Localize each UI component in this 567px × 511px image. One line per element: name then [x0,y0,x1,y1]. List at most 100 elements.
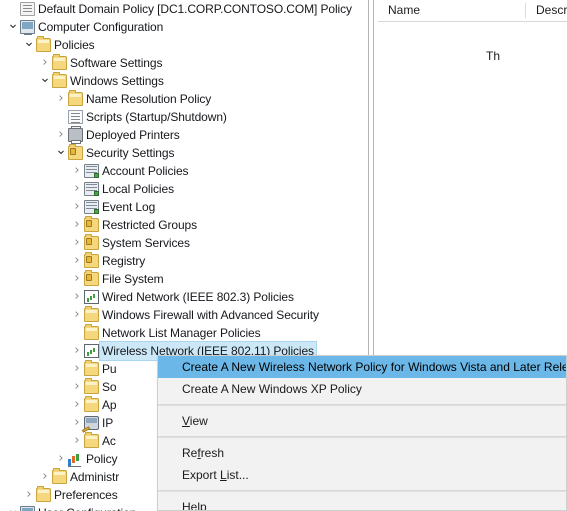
tree-item-label: Windows Settings [70,74,164,88]
bar-chart-icon [68,452,83,467]
tree-item[interactable]: Scripts (Startup/Shutdown) [0,108,366,126]
chevron-down-icon[interactable]: ⌄ [6,503,20,511]
tree-item[interactable]: › Account Policies [0,162,366,180]
chevron-right-icon[interactable]: › [70,306,84,324]
folder-icon [84,306,99,322]
chevron-right-icon[interactable]: › [70,342,84,360]
tree-item-label: Pu [102,362,117,376]
chevron-right-icon[interactable]: › [70,396,84,414]
chevron-right-icon[interactable]: › [70,360,84,378]
tree-item[interactable]: › Restricted Groups [0,216,366,234]
server-icon [84,164,99,178]
context-menu-item-label: Create A New Windows XP Policy [182,382,362,396]
tree-item-label: Local Policies [102,182,174,196]
chevron-right-icon[interactable]: › [22,486,36,504]
chevron-down-icon[interactable]: ⌄ [22,35,36,54]
menu-separator [158,490,566,492]
tree-item[interactable]: Default Domain Policy [DC1.CORP.CONTOSO.… [0,0,366,18]
script-icon [68,110,83,124]
tree-item[interactable]: ⌄ Security Settings [0,143,366,162]
chevron-right-icon[interactable]: › [70,216,84,234]
context-menu-item[interactable]: Export List... [158,464,566,486]
folder-icon [52,468,67,484]
tree-item-label: Ac [102,434,116,448]
chevron-right-icon[interactable]: › [70,288,84,306]
scroll-icon [20,2,35,16]
context-menu-item[interactable]: Help [158,496,566,511]
folder-icon [84,324,99,340]
tree-item-label: Deployed Printers [86,128,180,142]
printer-icon [68,126,83,144]
server-icon [84,182,99,196]
folder-icon [84,396,99,412]
tree-item[interactable]: › Event Log [0,198,366,216]
context-menu-item-label: View [182,414,208,428]
chevron-right-icon[interactable]: › [54,450,68,468]
context-menu-item-label: Help [182,500,207,511]
tree-item-label: Name Resolution Policy [86,92,212,106]
chevron-right-icon[interactable]: › [70,432,84,450]
tree-item-label: Default Domain Policy [DC1.CORP.CONTOSO.… [38,2,352,16]
folder-icon [84,360,99,376]
chevron-down-icon[interactable]: ⌄ [54,143,68,162]
tree-item[interactable]: ⌄ Policies [0,35,366,54]
context-menu[interactable]: Create A New Wireless Network Policy for… [157,355,567,511]
monitor-icon [20,20,35,35]
context-menu-item[interactable]: Create A New Wireless Network Policy for… [158,356,566,378]
chevron-right-icon[interactable]: › [70,378,84,396]
chevron-right-icon[interactable]: › [70,252,84,270]
tree-item[interactable]: Network List Manager Policies [0,324,366,342]
tree-item-label: Ap [102,398,117,412]
tree-item-label: Wired Network (IEEE 802.3) Policies [102,290,294,304]
chevron-right-icon[interactable]: › [70,270,84,288]
tree-item-label: System Services [102,236,190,250]
chevron-right-icon[interactable]: › [70,198,84,216]
tree-item-label: Policies [54,38,95,52]
tree-item-label: So [102,380,117,394]
folder-icon [68,90,83,106]
chevron-right-icon[interactable]: › [54,90,68,108]
tree-item[interactable]: ⌄ Computer Configuration [0,17,366,36]
tree-item-label: Computer Configuration [38,20,164,34]
chevron-right-icon[interactable]: › [70,234,84,252]
tree-item[interactable]: › Windows Firewall with Advanced Security [0,306,366,324]
chevron-right-icon[interactable]: › [70,162,84,180]
list-column-header-row: Name Descrip [378,0,567,22]
tree-item[interactable]: › Registry [0,252,366,270]
tree-item[interactable]: › System Services [0,234,366,252]
tree-item[interactable]: › Local Policies [0,180,366,198]
context-menu-item-label: Export List... [182,468,249,482]
group-policy-editor-window: Default Domain Policy [DC1.CORP.CONTOSO.… [0,0,567,511]
tree-item-label: Restricted Groups [102,218,198,232]
folder-icon [52,72,67,88]
tree-item[interactable]: › Software Settings [0,54,366,72]
tree-item-label: Windows Firewall with Advanced Security [102,308,319,322]
chevron-down-icon[interactable]: ⌄ [6,17,20,36]
wireless-network-icon [84,344,99,358]
tree-item-label: Policy [86,452,118,466]
tree-item[interactable]: ⌄ Windows Settings [0,71,366,90]
tree-item[interactable]: › Wired Network (IEEE 802.3) Policies [0,288,366,306]
tree-item[interactable]: › File System [0,270,366,288]
folder-icon [84,378,99,394]
menu-separator [158,436,566,438]
tree-item[interactable]: › Name Resolution Policy [0,90,366,108]
tree-item-label: Software Settings [70,56,163,70]
folder-icon [36,486,51,502]
context-menu-item[interactable]: Refresh [158,442,566,464]
context-menu-item-label: Create A New Wireless Network Policy for… [182,360,567,374]
tree-item-label: Security Settings [86,146,175,160]
chevron-down-icon[interactable]: ⌄ [38,71,52,90]
chevron-right-icon[interactable]: › [70,180,84,198]
wired-network-icon [84,290,99,304]
tree-item-label: Registry [102,254,146,268]
tree-item-label: User Configuration [38,504,136,511]
column-header-description[interactable]: Descrip [526,0,567,21]
context-menu-item[interactable]: Create A New Windows XP Policy [158,378,566,400]
lock-folder-icon [84,216,99,232]
chevron-right-icon[interactable]: › [38,468,52,486]
column-header-name[interactable]: Name [378,0,536,21]
context-menu-item[interactable]: View [158,410,566,432]
tree-item-label: Network List Manager Policies [102,326,261,340]
tree-item-label: Administr [70,470,120,484]
